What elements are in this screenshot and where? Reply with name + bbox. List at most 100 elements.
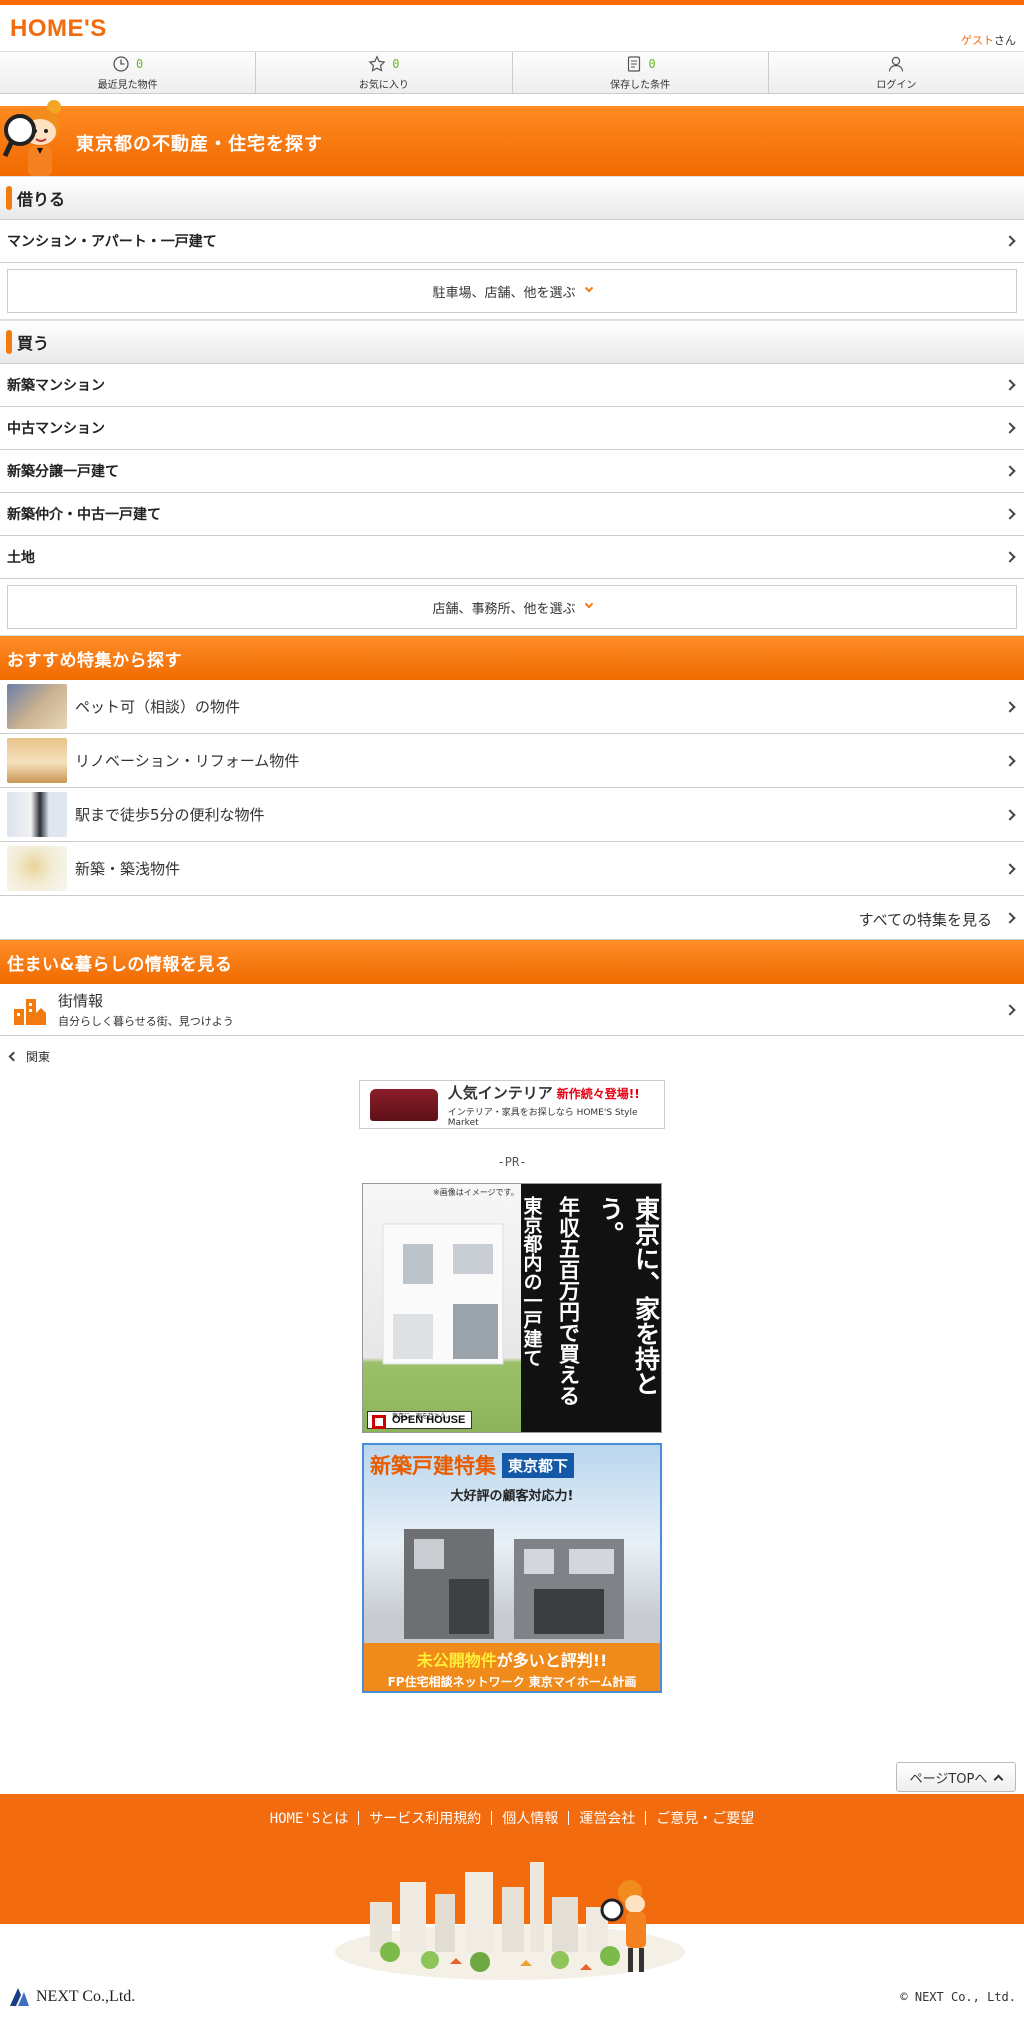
house-illustration [382,1223,504,1365]
buy-more-wrapper: 店舗、事務所、他を選ぶ [0,579,1024,636]
back-label: 関東 [26,1049,51,1064]
copyright: © NEXT Co., Ltd. [900,1990,1016,2004]
ad2-title: 新築戸建特集 [370,1454,496,1478]
buy-item-land[interactable]: 土地 [0,536,1024,579]
divider [645,1811,647,1825]
pr-label: -PR- [497,1155,527,1169]
ad2-badge: 東京都下 [502,1452,575,1478]
houses-illustration [404,1529,624,1639]
ad-line-1: 東京に、家を持とう。 [595,1196,661,1396]
feature-item-renovation[interactable]: リノベーション・リフォーム物件 [0,734,1024,788]
list-item-label: 中古マンション [7,421,105,437]
quick-nav: 0 最近見た物件 0 お気に入り 0 保存した条件 ログイン [0,52,1024,94]
chevron-right-icon [1004,911,1016,924]
features-heading: おすすめ特集から探す [0,636,1024,680]
ad2-highlight-rest: が多いと評判!! [496,1651,608,1670]
city-illustration [335,1862,685,1980]
openhouse-tagline: 東京に、家を持とう。 [392,1414,452,1420]
mascot-detective-icon [2,100,61,176]
document-icon [627,55,640,72]
company-name: NEXT Co.,Ltd. [36,1988,136,2005]
buy-item-used-mansion[interactable]: 中古マンション [0,407,1024,450]
footer-links: HOME'Sとは サービス利用規約 個人情報 運営会社 ご意見・ご要望 [0,1794,1024,1828]
rent-section-heading: 借りる [0,176,1024,220]
chevron-up-icon [993,1774,1004,1784]
heading-marker [6,330,12,354]
footer-link-privacy[interactable]: 個人情報 [502,1808,558,1828]
openhouse-ad[interactable]: ※画像はイメージです。 東京に、家を持とう。 OPEN HOUSE 東京に、家を… [362,1183,662,1433]
interior-banner[interactable]: 人気インテリア 新作続々登場!! インテリア・家具をお探しなら HOME'S St… [359,1080,665,1129]
buy-item-new-mansion[interactable]: 新築マンション [0,364,1024,407]
banner-new-label: 新作続々登場!! [556,1086,640,1101]
footer-link-terms[interactable]: サービス利用規約 [369,1808,481,1828]
rent-more-label: 駐車場、店舗、他を選ぶ [432,285,576,301]
chevron-right-icon [1004,379,1016,391]
list-item-label: 新築分譲一戸建て [7,464,119,480]
list-item-label: 新築仲介・中古一戸建て [7,507,161,523]
bottom-bar: NEXT Co.,Ltd. © NEXT Co., Ltd. [0,1972,1024,2028]
page-hero: 東京都の不動産・住宅を探す [0,100,1024,176]
footer-link-about[interactable]: HOME'Sとは [270,1808,349,1828]
site-header: HOME'S ゲストさん [0,5,1024,52]
list-item-label: 新築マンション [7,378,105,394]
footer-link-company[interactable]: 運営会社 [579,1808,635,1828]
feature-label: リノベーション・リフォーム物件 [75,752,300,770]
nav-favorites[interactable]: 0 お気に入り [256,52,513,93]
buy-more-label: 店舗、事務所、他を選ぶ [432,601,576,617]
star-icon [368,54,386,72]
new-built-thumbnail [7,846,67,891]
chevron-right-icon [1004,1003,1016,1016]
banner-title: 人気インテリア [447,1083,553,1102]
ad2-tagline: 大好評の顧客対応力! [450,1489,574,1504]
openhouse-mark-icon [372,1415,386,1429]
chevron-right-icon [1004,754,1016,767]
town-info-item[interactable]: 街情報 自分らしく暮らせる街、見つけよう [0,984,1024,1036]
divider [568,1811,570,1825]
station-thumbnail [7,792,67,837]
nav-saved-conditions[interactable]: 0 保存した条件 [513,52,769,93]
new-house-feature-ad[interactable]: 新築戸建特集 東京都下 大好評の顧客対応力! 未公開物件が多いと評判!! FP住… [362,1443,662,1693]
rent-item-mansion-apartment-house[interactable]: マンション・アパート・一戸建て [0,220,1024,263]
all-features-link[interactable]: すべての特集を見る [0,896,1024,940]
homes-logo[interactable]: HOME'S [10,15,107,43]
info-heading: 住まい&暮らしの情報を見る [0,940,1024,984]
buy-more-button[interactable]: 店舗、事務所、他を選ぶ [7,585,1017,629]
guest-suffix: さん [994,34,1016,47]
chevron-right-icon [1004,235,1016,247]
footer-link-feedback[interactable]: ご意見・ご要望 [656,1808,754,1828]
ad-image-note: ※画像はイメージです。 [433,1188,519,1197]
nav-recently-viewed[interactable]: 0 最近見た物件 [0,52,257,93]
nav-label: お気に入り [358,79,409,91]
buy-item-new-house[interactable]: 新築分譲一戸建て [0,450,1024,493]
next-logo-icon [10,1988,29,2006]
ad2-footer: 未公開物件が多いと評判!! FP住宅相談ネットワーク 東京マイホーム計画 [364,1643,660,1691]
rent-more-button[interactable]: 駐車場、店舗、他を選ぶ [7,269,1017,313]
town-info-subtitle: 自分らしく暮らせる街、見つけよう [58,1015,234,1028]
all-features-label: すべての特集を見る [858,911,992,929]
nav-label: ログイン [876,79,917,91]
feature-item-station-walk[interactable]: 駅まで徒歩5分の便利な物件 [0,788,1024,842]
rent-more-wrapper: 駐車場、店舗、他を選ぶ [0,263,1024,320]
guest-greeting: ゲストさん [961,32,1016,48]
chevron-down-icon [584,599,593,609]
nav-label: 最近見た物件 [97,79,158,91]
feature-item-pets[interactable]: ペット可（相談）の物件 [0,680,1024,734]
page-top-button[interactable]: ページTOPへ [896,1762,1016,1792]
chevron-right-icon [1004,508,1016,520]
next-company-logo[interactable]: NEXT Co.,Ltd. [8,1986,135,2008]
back-link-kanto[interactable]: 関東 [0,1036,1024,1076]
chevron-right-icon [1004,808,1016,821]
user-icon [889,56,904,72]
list-item-label: マンション・アパート・一戸建て [7,234,217,250]
page-top-label: ページTOPへ [909,1771,988,1787]
chevron-right-icon [1004,700,1016,713]
chevron-right-icon [1004,465,1016,477]
chevron-right-icon [1004,862,1016,875]
buy-item-used-house[interactable]: 新築仲介・中古一戸建て [0,493,1024,536]
buy-heading: 買う [17,334,50,353]
list-item-label: 土地 [7,550,35,566]
ad2-highlight: 未公開物件 [416,1651,497,1670]
page-title: 東京都の不動産・住宅を探す [76,134,323,155]
feature-item-new-built[interactable]: 新築・築浅物件 [0,842,1024,896]
nav-login[interactable]: ログイン [769,52,1024,93]
